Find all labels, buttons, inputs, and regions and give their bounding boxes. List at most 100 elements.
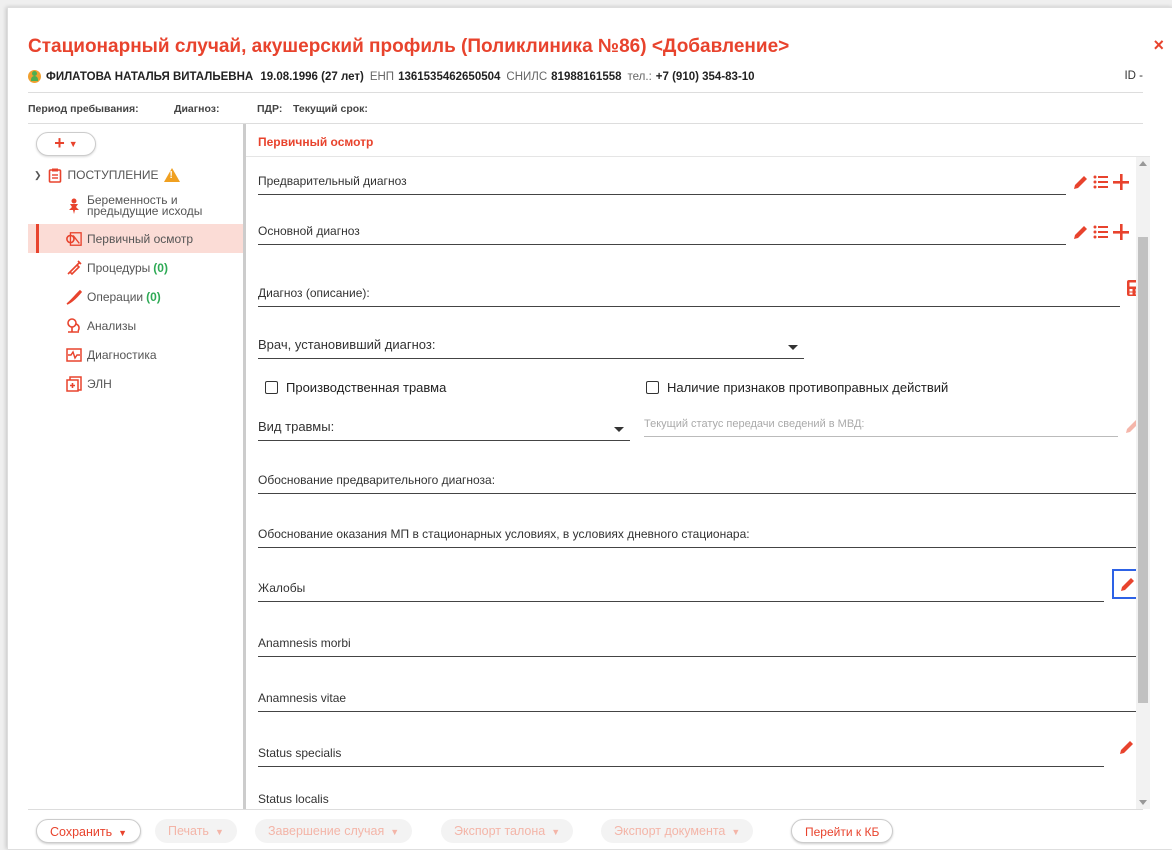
clipboard-icon (47, 167, 63, 183)
injury-type-select[interactable]: Вид травмы: (258, 416, 630, 441)
dialog-window: Стационарный случай, акушерский профиль … (7, 7, 1172, 849)
phone-value: +7 (910) 354-83-10 (655, 70, 755, 83)
diagnosis-description-label: Диагноз (описание): (258, 286, 370, 300)
sidebar-item-diagnostics[interactable]: Диагностика (28, 340, 243, 369)
warning-icon: ! (163, 168, 180, 182)
status-localis-label: Status localis (258, 792, 329, 806)
scroll-down-icon[interactable] (1139, 800, 1147, 805)
anamnesis-vitae-label: Anamnesis vitae (258, 691, 347, 705)
tree-root-label: ПОСТУПЛЕНИЕ (67, 168, 159, 182)
injury-type-label: Вид травмы: (258, 419, 335, 434)
edit-icon[interactable] (1072, 173, 1090, 191)
status-specialis-field[interactable]: Status specialis (258, 742, 1104, 767)
snils-label: СНИЛС (506, 70, 548, 83)
enp-value: 1361535462650504 (398, 70, 501, 83)
tree-root-admission[interactable]: ❯ ПОСТУПЛЕНИЕ ! (28, 162, 243, 188)
phone-label: тел.: (627, 70, 652, 83)
export-ticket-button: Экспорт талона ▼ (441, 819, 574, 843)
patient-name: ФИЛАТОВА НАТАЛЬЯ ВИТАЛЬЕВНА (46, 70, 254, 83)
mvd-status-label: Текущий статус передачи сведений в МВД: (644, 418, 865, 430)
sidebar-item-label: Первичный осмотр (87, 231, 194, 246)
sidebar-item-label: Операции (87, 289, 144, 304)
sidebar-item-pregnancy[interactable]: Беременность и предыдущие исходы (28, 188, 243, 224)
sidebar-item-tests[interactable]: Анализы (28, 311, 243, 340)
sidebar-item-label: Анализы (87, 318, 137, 333)
main-diagnosis-actions (1072, 223, 1130, 241)
sidebar-item-eln[interactable]: ЭЛН (28, 369, 243, 398)
chevron-down-icon[interactable] (788, 345, 798, 350)
goto-kb-button[interactable]: Перейти к КБ (791, 819, 894, 843)
print-button: Печать ▼ (155, 819, 237, 843)
chevron-down-icon: ▼ (68, 139, 78, 150)
anamnesis-morbi-label: Anamnesis morbi (258, 636, 351, 650)
prelim-diagnosis-field[interactable]: Предварительный диагноз (258, 170, 1066, 195)
scrollbar[interactable] (1136, 157, 1150, 809)
save-button[interactable]: Сохранить ▼ (36, 819, 142, 843)
checkbox-box[interactable] (265, 381, 278, 394)
edit-icon (1120, 578, 1134, 591)
sidebar-item-procedures[interactable]: Процедуры (0) (28, 253, 243, 282)
window-title: Стационарный случай, акушерский профиль … (28, 36, 790, 57)
sidebar-item-label: Процедуры (87, 260, 151, 275)
sidebar-item-label: Диагностика (87, 347, 157, 362)
procedures-count: (0) (153, 260, 168, 275)
complaints-field[interactable]: Жалобы (258, 577, 1104, 602)
footer-toolbar: Сохранить ▼ Печать ▼ Завершение случая ▼ Эк… (28, 809, 1143, 850)
scroll-up-icon[interactable] (1139, 161, 1147, 166)
chevron-down-icon: ▼ (118, 828, 128, 838)
status-specialis-label: Status specialis (258, 746, 342, 760)
record-id: ID - (1124, 70, 1143, 82)
cardiogram-icon (66, 347, 82, 363)
print-label: Печать (168, 824, 209, 838)
snils-value: 81988161558 (551, 70, 622, 83)
divider (28, 92, 1143, 93)
status-localis-field[interactable]: Status localis (258, 788, 1144, 808)
add-icon: + (54, 133, 65, 153)
edit-icon[interactable] (1072, 223, 1090, 241)
anamnesis-morbi-field[interactable]: Anamnesis morbi (258, 632, 1144, 657)
scalpel-icon (66, 289, 82, 305)
patient-info: ФИЛАТОВА НАТАЛЬЯ ВИТАЛЬЕВНА 19.08.1996 (… (28, 70, 755, 83)
chevron-down-icon: ▼ (390, 827, 400, 837)
export-document-button: Экспорт документа ▼ (601, 819, 754, 843)
save-label: Сохранить (50, 825, 113, 839)
patient-avatar-icon (28, 70, 41, 83)
diagnosis-description-field[interactable]: Диагноз (описание): (258, 282, 1120, 307)
checkbox-box[interactable] (646, 381, 659, 394)
sidebar-item-label: ЭЛН (87, 376, 112, 391)
illegal-actions-checkbox[interactable]: Наличие признаков противоправных действи… (646, 380, 948, 395)
nav-tree: ❯ ПОСТУПЛЕНИЕ ! Беременность и предыдущи… (28, 162, 243, 398)
scrollbar-thumb[interactable] (1138, 237, 1148, 703)
examination-icon (66, 231, 82, 247)
microscope-icon (66, 317, 82, 334)
plus-icon[interactable] (1112, 173, 1130, 191)
prelim-justification-field[interactable]: Обоснование предварительного диагноза: (258, 469, 1144, 494)
enp-label: ЕНП (369, 70, 395, 83)
syringe-icon (66, 259, 82, 276)
chevron-down-icon[interactable]: ❯ (34, 170, 42, 181)
main-diagnosis-field[interactable]: Основной диагноз (258, 220, 1066, 245)
anamnesis-vitae-field[interactable]: Anamnesis vitae (258, 687, 1144, 712)
prelim-diagnosis-actions (1072, 173, 1130, 191)
export-document-label: Экспорт документа (614, 824, 726, 838)
hospital-justification-field[interactable]: Обоснование оказания МП в стационарных у… (258, 523, 1144, 548)
list-icon[interactable] (1093, 224, 1109, 240)
plus-icon[interactable] (1112, 223, 1130, 241)
doctor-select[interactable]: Врач, установивший диагноз: (258, 334, 804, 359)
chevron-down-icon[interactable] (614, 427, 624, 432)
sidebar-item-operations[interactable]: Операции (0) (28, 282, 243, 311)
add-button[interactable]: + ▼ (36, 132, 96, 156)
hospital-justification-label: Обоснование оказания МП в стационарных у… (258, 527, 750, 541)
pdr-label: ПДР: (257, 103, 283, 115)
finish-case-button: Завершение случая ▼ (255, 819, 413, 843)
list-icon[interactable] (1093, 174, 1109, 190)
pregnancy-icon (66, 198, 82, 214)
close-icon[interactable]: × (1153, 35, 1164, 56)
finish-label: Завершение случая (268, 824, 385, 838)
sidebar-item-examination[interactable]: Первичный осмотр (28, 224, 243, 253)
edit-icon[interactable] (1118, 738, 1136, 756)
term-label: Текущий срок: (293, 103, 368, 115)
industrial-injury-checkbox[interactable]: Производственная травма (265, 380, 446, 395)
chevron-down-icon: ▼ (214, 827, 224, 837)
sick-leave-icon (66, 375, 82, 392)
